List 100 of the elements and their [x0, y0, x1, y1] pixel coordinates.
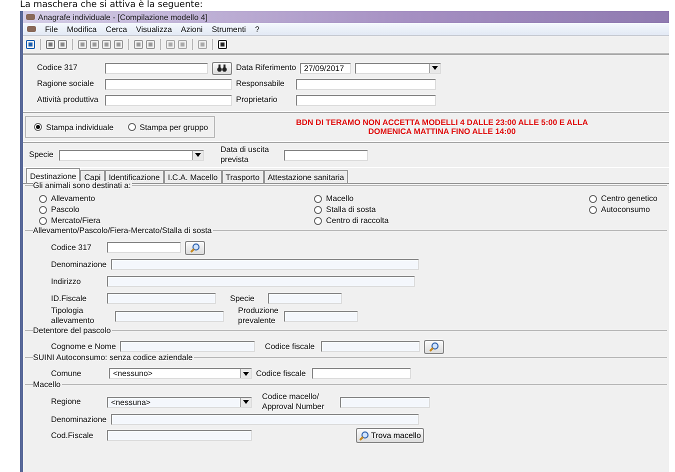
radio-circle-icon[interactable]	[314, 206, 322, 214]
field-label: Ragione sociale	[37, 79, 95, 89]
radio-button[interactable]: Macello	[314, 193, 589, 204]
square-icon[interactable]	[78, 40, 87, 49]
input-field[interactable]	[120, 341, 255, 352]
radio-circle-icon[interactable]	[34, 123, 42, 131]
search-icon	[428, 342, 439, 352]
warning-text: BDN DI TERAMO NON ACCETTA MODELLI 4 DALLE 23:00 ALLE 5:00 E ALLA	[294, 118, 589, 127]
tab[interactable]: Trasporto	[222, 170, 264, 183]
field-label: Codice fiscale	[264, 342, 316, 352]
dropdown-arrow-icon	[243, 372, 249, 376]
search-button[interactable]	[424, 340, 444, 354]
field-label: Responsabile	[236, 79, 286, 89]
menu-item[interactable]: File	[45, 24, 58, 34]
input-field[interactable]	[284, 310, 358, 322]
radio-circle-icon[interactable]	[39, 216, 47, 224]
radio-circle-icon[interactable]	[314, 216, 322, 224]
field-label: Denominazione	[51, 260, 107, 270]
radio-button[interactable]: Centro di raccolta	[314, 215, 589, 226]
dropdown-field[interactable]	[59, 150, 204, 160]
input-field[interactable]	[107, 242, 181, 253]
tab[interactable]: Attestazione sanitaria	[264, 170, 348, 183]
input-field[interactable]	[107, 276, 415, 287]
date-field[interactable]: 27/09/2017	[300, 62, 352, 74]
field-label: Attività produttiva	[37, 95, 100, 105]
radio-circle-icon[interactable]	[39, 206, 47, 214]
tab[interactable]: Identificazione	[104, 170, 164, 183]
input-field[interactable]	[110, 259, 419, 270]
radio-circle-icon[interactable]	[314, 194, 322, 202]
field-label: Indirizzo	[51, 276, 82, 286]
menu-item[interactable]: Strumenti	[212, 24, 246, 34]
search-icon	[359, 430, 369, 440]
field-label: Proprietario	[236, 95, 278, 105]
dropdown-arrow-icon	[195, 153, 202, 157]
search-icon	[190, 242, 200, 252]
radio-button[interactable]: Stampa individuale	[34, 122, 114, 132]
find-slaughterhouse-button[interactable]: Trova macello	[356, 428, 424, 443]
input-field[interactable]	[105, 62, 208, 74]
field-label: Regione	[51, 397, 82, 407]
intro-text: La maschera che si attiva è la seguente:	[20, 0, 203, 11]
field-label: Codice fiscale	[256, 368, 307, 378]
group-title: Detentore del pascolo	[33, 326, 112, 335]
dropdown-arrow-icon	[243, 400, 249, 404]
radio-button[interactable]: Pascolo	[39, 204, 314, 215]
square-icon[interactable]	[102, 40, 111, 49]
radio-button[interactable]: Centro genetico	[589, 193, 663, 204]
square-icon[interactable]	[114, 40, 123, 49]
radio-dot-icon	[36, 125, 40, 129]
input-field[interactable]	[105, 94, 232, 106]
input-field[interactable]	[320, 341, 420, 352]
field-label: Specie	[230, 294, 256, 304]
group-title: Allevamento/Pascolo/Fiera-Mercato/Stalla di sosta	[33, 226, 213, 235]
search-button[interactable]	[185, 240, 205, 254]
menu-item[interactable]: Visualizza	[136, 24, 172, 34]
input-field[interactable]	[340, 396, 430, 408]
input-field[interactable]	[110, 414, 419, 425]
radio-button[interactable]: Mercato/Fiera	[39, 215, 314, 226]
radio-button[interactable]: Stalla di sosta	[314, 204, 589, 215]
menu-item[interactable]: Modifica	[66, 24, 97, 34]
field-label: Codice 317	[37, 63, 78, 73]
menu-item[interactable]: Azioni	[180, 24, 203, 34]
field-label: Tipologia allevamento	[51, 306, 96, 326]
input-field[interactable]	[312, 368, 411, 379]
menu-item[interactable]: ?	[254, 24, 260, 34]
field-label: ID.Fiscale	[51, 294, 88, 304]
field-label: Specie	[29, 150, 54, 160]
input-field[interactable]	[115, 310, 224, 322]
radio-button[interactable]: Autoconsumo	[589, 204, 663, 215]
field-label: Data Riferimento	[236, 63, 296, 73]
group-title: Macello	[33, 380, 62, 389]
dropdown-field[interactable]: <nessuno>	[109, 368, 252, 379]
field-label: Produzione prevalente	[238, 306, 280, 326]
field-label: Cognome e Nome	[51, 342, 116, 352]
dropdown-field[interactable]: <nessuna>	[107, 396, 252, 408]
input-field[interactable]	[284, 150, 368, 160]
radio-button[interactable]: Stampa per gruppo	[128, 122, 208, 132]
radio-button[interactable]: Allevamento	[39, 193, 314, 204]
input-field[interactable]	[296, 78, 436, 90]
dropdown-arrow-icon	[432, 66, 438, 70]
radio-circle-icon[interactable]	[39, 194, 47, 202]
field-label: Codice 317	[51, 242, 92, 252]
group-title: Gli animali sono destinati a:	[33, 181, 132, 190]
field-label: Comune	[51, 368, 82, 378]
radio-circle-icon[interactable]	[589, 194, 597, 202]
input-field[interactable]	[268, 293, 342, 304]
input-field[interactable]	[107, 293, 216, 304]
window-title: Anagrafe individuale - [Compilazione modello 4]	[38, 12, 208, 22]
field-label: Codice macello/ Approval Number	[262, 392, 326, 412]
input-field[interactable]	[107, 430, 252, 441]
tab[interactable]: I.C.A. Macello	[164, 170, 222, 183]
group-title: SUINI Autoconsumo: senza codice aziendale	[33, 353, 194, 362]
radio-circle-icon[interactable]	[589, 206, 597, 214]
square-icon[interactable]	[90, 40, 99, 49]
menu-item[interactable]: Cerca	[106, 24, 128, 34]
dropdown-field[interactable]	[355, 62, 442, 74]
field-label: Data di uscita prevista	[220, 145, 270, 165]
radio-circle-icon[interactable]	[128, 123, 136, 131]
input-field[interactable]	[105, 78, 232, 90]
input-field[interactable]	[296, 94, 436, 106]
find-button[interactable]	[212, 62, 232, 74]
